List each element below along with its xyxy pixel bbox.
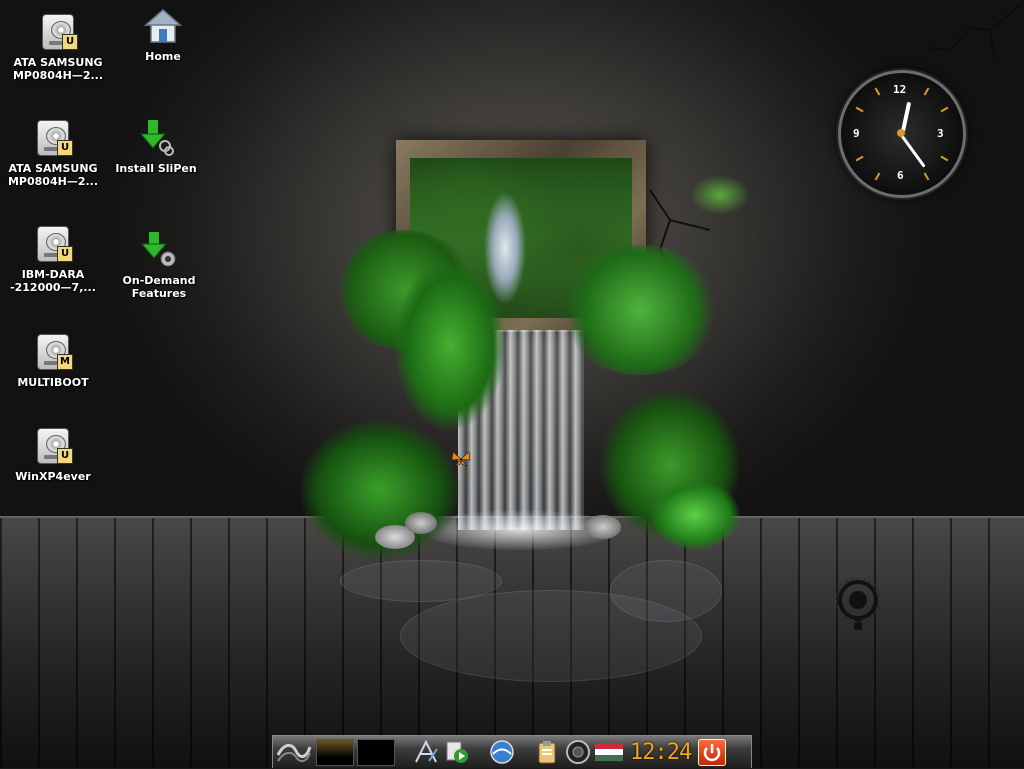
leafy-foliage — [560, 245, 720, 375]
unmounted-badge: U — [57, 140, 73, 156]
browser-launcher[interactable] — [488, 739, 516, 766]
taskbar-clock[interactable]: 12:24 — [626, 739, 695, 766]
clock-tick-mark — [855, 106, 864, 113]
wave-logo-icon — [276, 744, 312, 763]
rock — [405, 512, 437, 534]
analog-clock-widget[interactable]: 12 3 6 9 — [838, 70, 966, 198]
desktop-icon-drive-ata-samsung-1[interactable]: U ATA SAMSUNG MP0804H—2... — [3, 12, 113, 82]
hard-drive-icon: U — [38, 12, 78, 52]
clock-numeral-9: 9 — [853, 127, 860, 140]
desktop-icon-home[interactable]: Home — [108, 6, 218, 63]
desktop-icon-label: MULTIBOOT — [17, 376, 89, 389]
clock-tick-mark — [855, 155, 864, 162]
rock — [585, 515, 621, 539]
hard-drive-icon: U — [33, 224, 73, 264]
clock-minute-hand — [898, 132, 926, 168]
taskbar: 12:24 — [272, 735, 752, 768]
media-player-launcher[interactable] — [443, 739, 471, 766]
unmounted-badge: U — [62, 34, 78, 50]
desktop-icon-label: ATA SAMSUNG MP0804H—2... — [7, 162, 99, 188]
start-menu-button[interactable] — [275, 739, 313, 766]
media-player-icon — [446, 741, 468, 763]
on-demand-download-icon — [139, 230, 179, 270]
clock-tick-mark — [874, 172, 881, 181]
mounted-badge: M — [57, 354, 73, 370]
install-download-icon — [136, 118, 176, 158]
desktop-icon-drive-multiboot[interactable]: M MULTIBOOT — [0, 332, 108, 389]
clipboard-tray[interactable] — [533, 739, 561, 766]
hard-drive-icon: U — [33, 118, 73, 158]
fern-foliage — [395, 260, 505, 430]
volume-tray[interactable] — [564, 739, 592, 766]
clock-numeral-6: 6 — [897, 169, 904, 182]
clock-center-pin — [897, 129, 905, 137]
text-editor-icon — [415, 739, 438, 763]
desktop-icon-label: Install SliPen — [115, 162, 197, 175]
clock-tick-mark — [874, 87, 881, 96]
desktop-icon-install-slipen[interactable]: Install SliPen — [101, 118, 211, 175]
clock-tick-mark — [923, 87, 930, 96]
hard-drive-icon: U — [33, 426, 73, 466]
desktop-icon-label: ATA SAMSUNG MP0804H—2... — [12, 56, 104, 82]
clock-numeral-12: 12 — [893, 83, 907, 96]
clock-hour-hand — [901, 101, 912, 132]
text-editor-launcher[interactable] — [412, 739, 440, 766]
keyboard-layout-flag-icon — [595, 743, 623, 761]
taskbar-clock-text: 12:24 — [630, 739, 692, 765]
power-icon — [698, 738, 727, 766]
butterfly-icon — [451, 451, 471, 467]
virtual-desktop-1[interactable] — [316, 738, 354, 766]
grass-foliage — [650, 480, 740, 550]
desktop-icon-label: WinXP4ever — [15, 470, 91, 483]
puddle — [610, 560, 722, 622]
keyboard-layout-tray[interactable] — [595, 739, 623, 766]
unmounted-badge: U — [57, 448, 73, 464]
browser-icon — [490, 740, 514, 764]
power-button[interactable] — [698, 738, 727, 766]
virtual-desktop-2[interactable] — [357, 738, 395, 766]
floor-logo-icon — [836, 578, 880, 630]
desktop-icon-label: IBM-DARA -212000—7,... — [10, 268, 96, 294]
clock-tick-mark — [940, 106, 949, 113]
desktop-icon-drive-ibm-dara[interactable]: U IBM-DARA -212000—7,... — [0, 224, 108, 294]
home-folder-icon — [143, 6, 183, 46]
desktop-icon-label: On-Demand Features — [122, 274, 196, 300]
vine-foliage — [690, 175, 750, 215]
desktop-icon-drive-ata-samsung-2[interactable]: U ATA SAMSUNG MP0804H—2... — [0, 118, 108, 188]
clock-tick-mark — [923, 172, 930, 181]
clock-numeral-3: 3 — [937, 127, 944, 140]
clipboard-icon — [538, 741, 556, 764]
unmounted-badge: U — [57, 246, 73, 262]
desktop-icon-on-demand-features[interactable]: On-Demand Features — [104, 230, 214, 300]
desktop-icon-drive-winxp4ever[interactable]: U WinXP4ever — [0, 426, 108, 483]
desktop-icon-label: Home — [145, 50, 181, 63]
hard-drive-icon: M — [33, 332, 73, 372]
clock-tick-mark — [940, 155, 949, 162]
volume-icon — [566, 740, 590, 764]
